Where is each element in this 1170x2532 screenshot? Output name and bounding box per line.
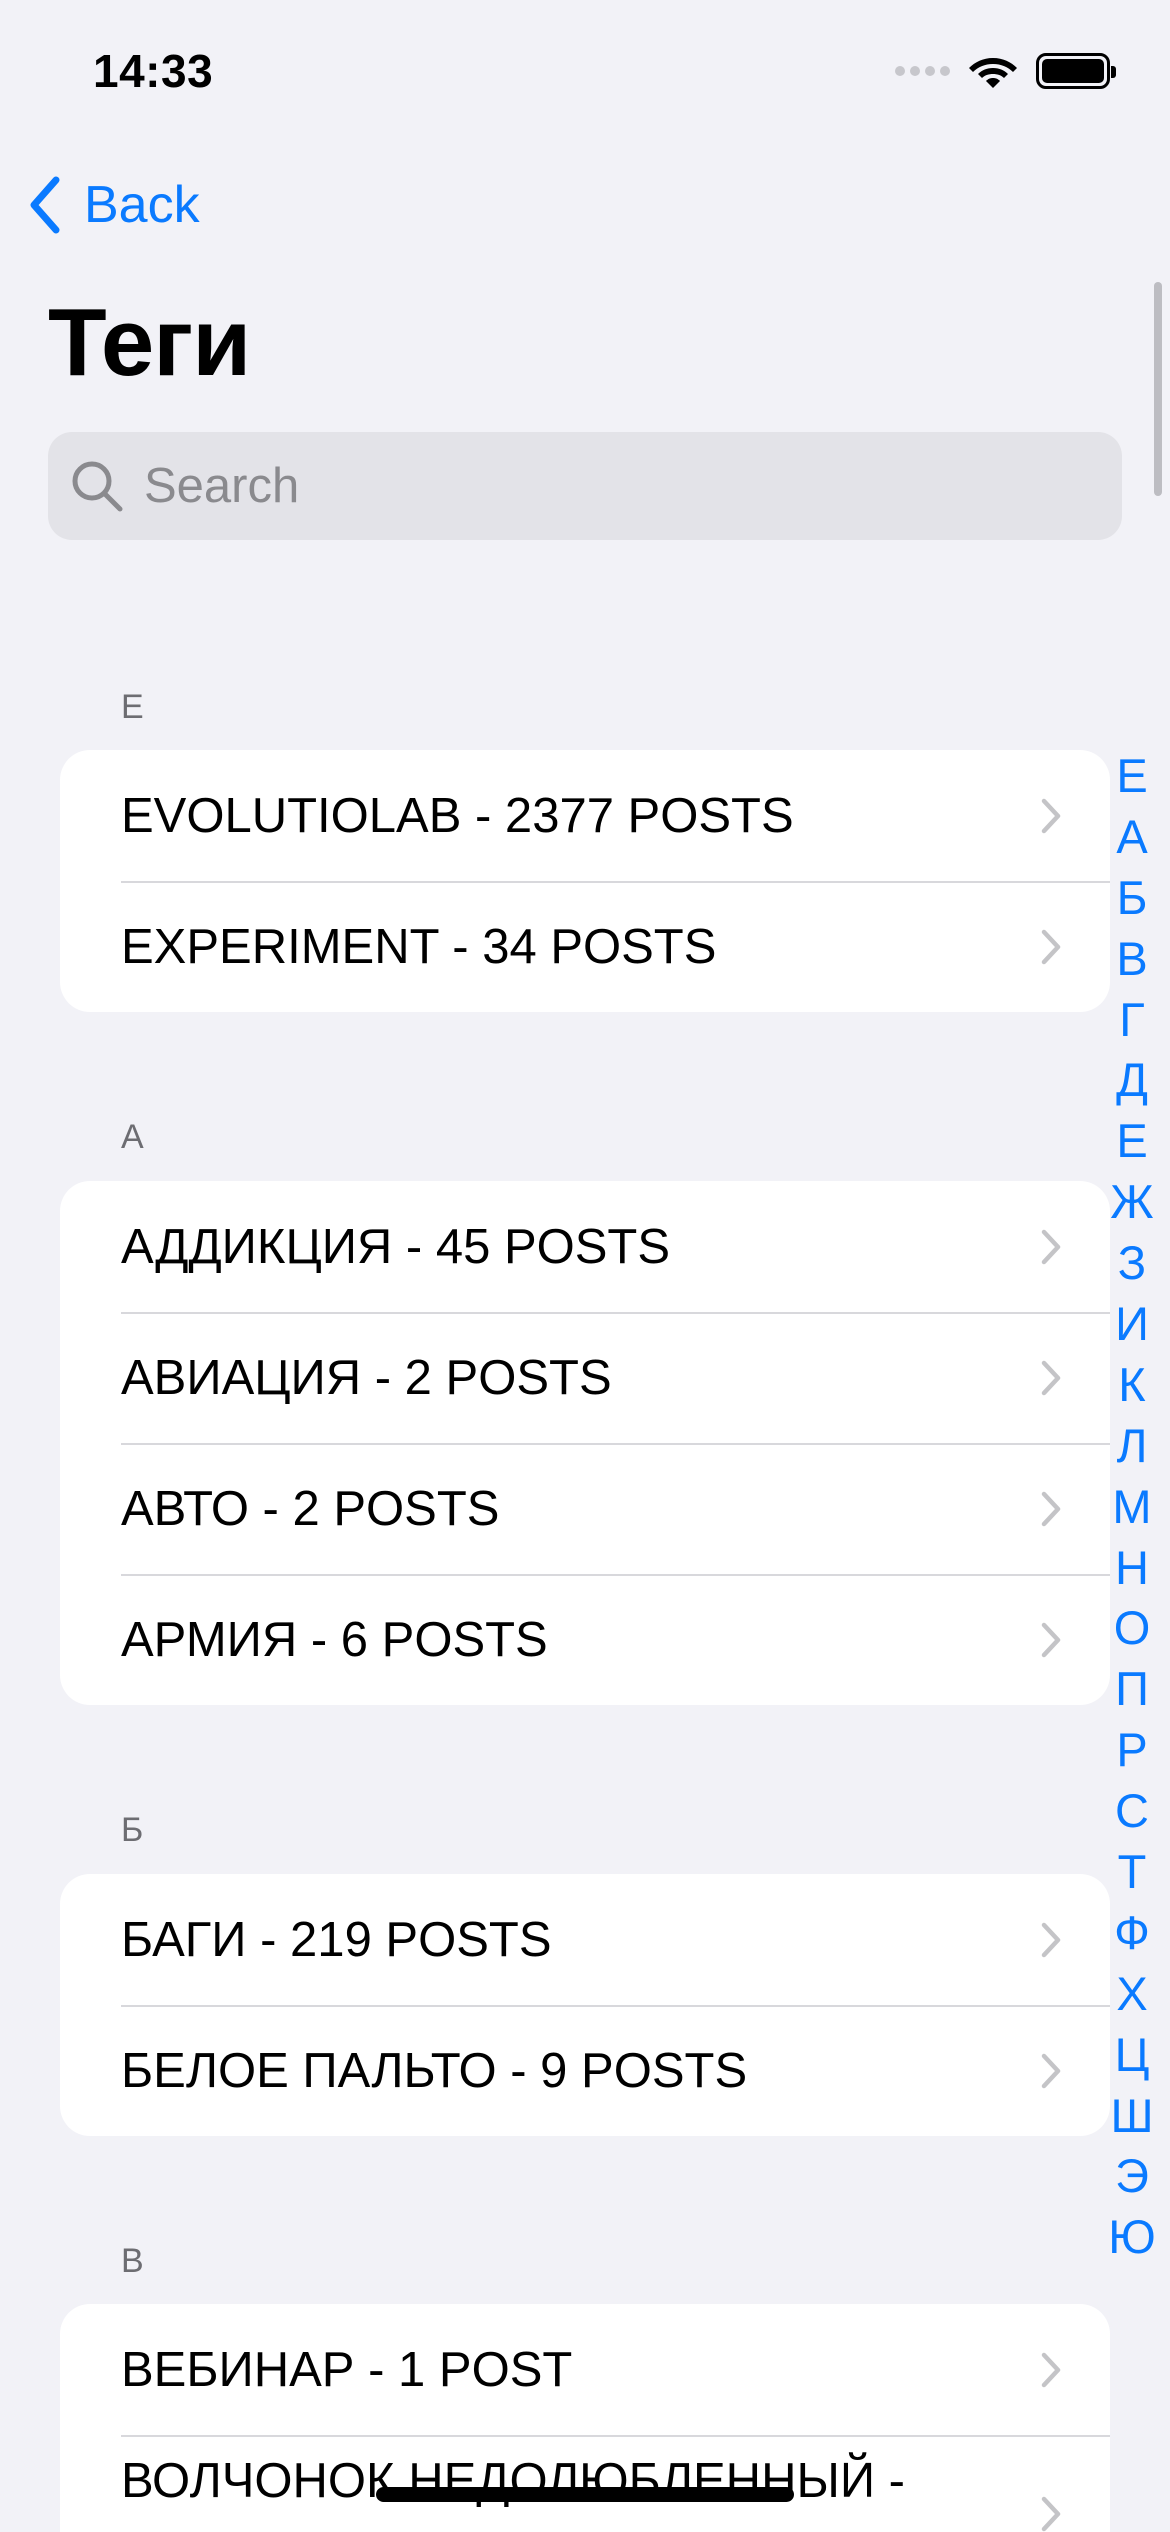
tag-row[interactable]: ВОЛЧОНОК НЕДОЛЮБЛЕННЫЙ - (60, 2435, 1110, 2532)
index-letter[interactable]: Б (1104, 868, 1160, 929)
status-time: 14:33 (93, 45, 214, 97)
tag-label: БАГИ - 219 POSTS (121, 1912, 552, 1967)
tag-row[interactable]: АВТО - 2 POSTS (60, 1443, 1110, 1574)
tag-row[interactable]: ВЕБИНАР - 1 POST (60, 2304, 1110, 2435)
page-title: Теги (48, 289, 251, 396)
tag-row[interactable]: АРМИЯ - 6 POSTS (60, 1574, 1110, 1705)
index-letter[interactable]: О (1104, 1598, 1160, 1659)
search-input[interactable] (144, 458, 1044, 514)
section-card: БАГИ - 219 POSTS БЕЛОЕ ПАЛЬТО - 9 POSTS (60, 1874, 1110, 2136)
chevron-right-icon (1041, 1360, 1061, 1395)
back-button[interactable]: Back (28, 175, 200, 235)
wifi-icon (969, 58, 1017, 88)
index-letter[interactable]: Х (1104, 1964, 1160, 2025)
section-header: В (121, 2242, 145, 2280)
tag-row[interactable]: АВИАЦИЯ - 2 POSTS (60, 1312, 1110, 1443)
tag-label: АВИАЦИЯ - 2 POSTS (121, 1350, 612, 1405)
chevron-right-icon (1041, 929, 1061, 964)
index-letter[interactable]: E (1104, 746, 1160, 807)
chevron-right-icon (1041, 798, 1061, 833)
screen: 14:33 Back Теги E EVOLUTIOLA (0, 0, 1170, 2532)
chevron-right-icon (1041, 2352, 1061, 2387)
back-button-label: Back (84, 176, 200, 234)
tag-label: EXPERIMENT - 34 POSTS (121, 919, 717, 974)
chevron-right-icon (1041, 1922, 1061, 1957)
index-letter[interactable]: Ф (1104, 1903, 1160, 1964)
index-letter[interactable]: М (1104, 1477, 1160, 1538)
index-letter[interactable]: Э (1104, 2146, 1160, 2207)
section-header: E (121, 688, 145, 726)
index-letter[interactable]: Ж (1104, 1172, 1160, 1233)
section-index[interactable]: EАБВГДЕЖЗИКЛМНОПРСТФХЦШЭЮ (1104, 746, 1160, 2268)
chevron-right-icon (1041, 1491, 1061, 1526)
section-header: Б (121, 1811, 145, 1849)
index-letter[interactable]: Ю (1104, 2207, 1160, 2268)
tag-label: АДДИКЦИЯ - 45 POSTS (121, 1219, 671, 1274)
tag-row[interactable]: БАГИ - 219 POSTS (60, 1874, 1110, 2005)
search-icon (72, 461, 123, 512)
index-letter[interactable]: Е (1104, 1111, 1160, 1172)
index-letter[interactable]: Р (1104, 1720, 1160, 1781)
index-letter[interactable]: С (1104, 1781, 1160, 1842)
chevron-left-icon (30, 176, 60, 234)
tag-label: БЕЛОЕ ПАЛЬТО - 9 POSTS (121, 2043, 748, 2098)
tag-row[interactable]: EVOLUTIOLAB - 2377 POSTS (60, 750, 1110, 881)
index-letter[interactable]: И (1104, 1294, 1160, 1355)
index-letter[interactable]: Т (1104, 1842, 1160, 1903)
index-letter[interactable]: Н (1104, 1538, 1160, 1599)
search-bar[interactable] (48, 432, 1122, 540)
section-card: АДДИКЦИЯ - 45 POSTS АВИАЦИЯ - 2 POSTS АВ… (60, 1181, 1110, 1705)
chevron-right-icon (1041, 2496, 1061, 2532)
status-icons (895, 52, 1116, 90)
index-letter[interactable]: Д (1104, 1050, 1160, 1111)
tag-row[interactable]: БЕЛОЕ ПАЛЬТО - 9 POSTS (60, 2005, 1110, 2136)
index-letter[interactable]: Ш (1104, 2086, 1160, 2147)
index-letter[interactable]: Л (1104, 1416, 1160, 1477)
chevron-right-icon (1041, 1229, 1061, 1264)
scroll-indicator[interactable] (1154, 282, 1162, 496)
index-letter[interactable]: В (1104, 929, 1160, 990)
tag-label: ВЕБИНАР - 1 POST (121, 2342, 573, 2397)
tag-label: EVOLUTIOLAB - 2377 POSTS (121, 788, 794, 843)
index-letter[interactable]: Г (1104, 990, 1160, 1051)
battery-icon (1036, 53, 1116, 89)
tag-label: АРМИЯ - 6 POSTS (121, 1612, 548, 1667)
index-letter[interactable]: П (1104, 1659, 1160, 1720)
section-card: EVOLUTIOLAB - 2377 POSTS EXPERIMENT - 34… (60, 750, 1110, 1012)
tag-row[interactable]: EXPERIMENT - 34 POSTS (60, 881, 1110, 1012)
tag-row[interactable]: АДДИКЦИЯ - 45 POSTS (60, 1181, 1110, 1312)
index-letter[interactable]: Ц (1104, 2025, 1160, 2086)
index-letter[interactable]: К (1104, 1355, 1160, 1416)
index-letter[interactable]: А (1104, 807, 1160, 868)
chevron-right-icon (1041, 1622, 1061, 1657)
home-indicator[interactable] (376, 2487, 794, 2502)
section-header: А (121, 1118, 145, 1156)
cellular-signal-icon (895, 66, 950, 76)
chevron-right-icon (1041, 2053, 1061, 2088)
index-letter[interactable]: З (1104, 1233, 1160, 1294)
tag-label: АВТО - 2 POSTS (121, 1481, 500, 1536)
